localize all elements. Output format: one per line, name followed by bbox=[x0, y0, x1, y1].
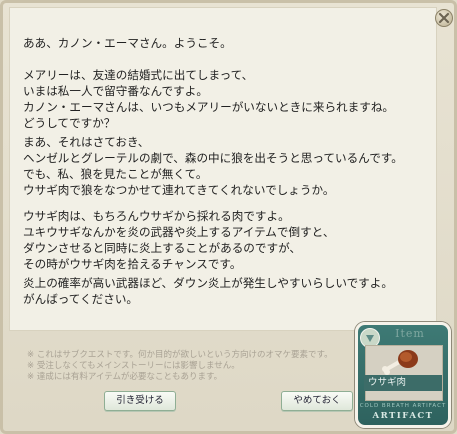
dialog-line: どうしてですか？ bbox=[23, 116, 116, 130]
dialog-line: ユキウサギなんかを炎の武器や炎上するアイテムで倒すと、 bbox=[23, 225, 335, 239]
decline-quest-button[interactable]: やめておく bbox=[281, 391, 353, 411]
subquest-notes: ※ これはサブクエストです。何か目的が欲しいという方向けのオマケ要素です。 ※ … bbox=[27, 350, 333, 383]
dialog-line: ああ、カノン・エーマさん。ようこそ。 bbox=[23, 36, 232, 50]
dialog-line: カノン・エーマさんは、いつもメアリーがいないときに来られますね。 bbox=[23, 100, 395, 114]
item-card-title: Item bbox=[395, 327, 425, 340]
item-card-subtitle: COLD BREATH ARTIFACT bbox=[359, 403, 447, 409]
dialog-line: ヘンゼルとグレーテルの劇で、森の中に狼を出そうと思っているんです。 bbox=[23, 151, 403, 165]
dialog-paragraph-mary: メアリーは、友達の結婚式に出てしまって、 いまは私一人で留守番なんですよ。 カノ… bbox=[23, 67, 394, 131]
note-line: ※ 受注しなくてもメインストーリーには影響しません。 bbox=[27, 361, 240, 371]
close-button[interactable] bbox=[435, 9, 453, 27]
dialog-line: ダウンさせると同時に炎上することがあるのですが、 bbox=[23, 241, 302, 255]
dialog-line: メアリーは、友達の結婚式に出てしまって、 bbox=[23, 68, 254, 82]
dialog-line: まあ、それはさておき、 bbox=[23, 135, 150, 149]
item-name: ウサギ肉 bbox=[364, 375, 442, 391]
item-reward-card[interactable]: Item ウサギ肉 COLD BREATH ARTIFACT ARTIFACT bbox=[355, 322, 451, 428]
item-image-frame bbox=[365, 345, 443, 401]
dialog-line: ウサギ肉で狼をなつかせて連れてきてくれないでしょうか。 bbox=[23, 183, 335, 197]
note-line: ※ これはサブクエストです。何か目的が欲しいという方向けのオマケ要素です。 bbox=[27, 350, 333, 360]
dialog-paragraph-closing: 炎上の確率が高い武器ほど、ダウン炎上が発生しやすいらしいですよ。 がんばってくだ… bbox=[23, 275, 393, 307]
dialog-line: その時がウサギ肉を拾えるチャンスです。 bbox=[23, 257, 242, 271]
dialog-paragraph-greeting: ああ、カノン・エーマさん。ようこそ。 bbox=[23, 35, 232, 51]
close-icon bbox=[438, 12, 450, 24]
accept-quest-button[interactable]: 引き受ける bbox=[104, 391, 176, 411]
dialog-paragraph-hint: ウサギ肉は、もちろんウサギから採れる肉ですよ。 ユキウサギなんかを炎の武器や炎上… bbox=[23, 208, 334, 272]
dialog-line: 炎上の確率が高い武器ほど、ダウン炎上が発生しやすいらしいですよ。 bbox=[23, 276, 393, 290]
note-line: ※ 達成には有料アイテムが必要なこともあります。 bbox=[27, 372, 223, 382]
dialog-line: ウサギ肉は、もちろんウサギから採れる肉ですよ。 bbox=[23, 209, 290, 223]
dialog-paragraph-request: まあ、それはさておき、 ヘンゼルとグレーテルの劇で、森の中に狼を出そうと思ってい… bbox=[23, 134, 403, 198]
dialog-line: がんばってください。 bbox=[23, 292, 139, 306]
item-card-footer: ARTIFACT bbox=[372, 411, 434, 421]
dialog-line: いまは私一人で留守番なんですよ。 bbox=[23, 84, 208, 98]
dialog-line: でも、私、狼を見たことが無くて。 bbox=[23, 167, 208, 181]
